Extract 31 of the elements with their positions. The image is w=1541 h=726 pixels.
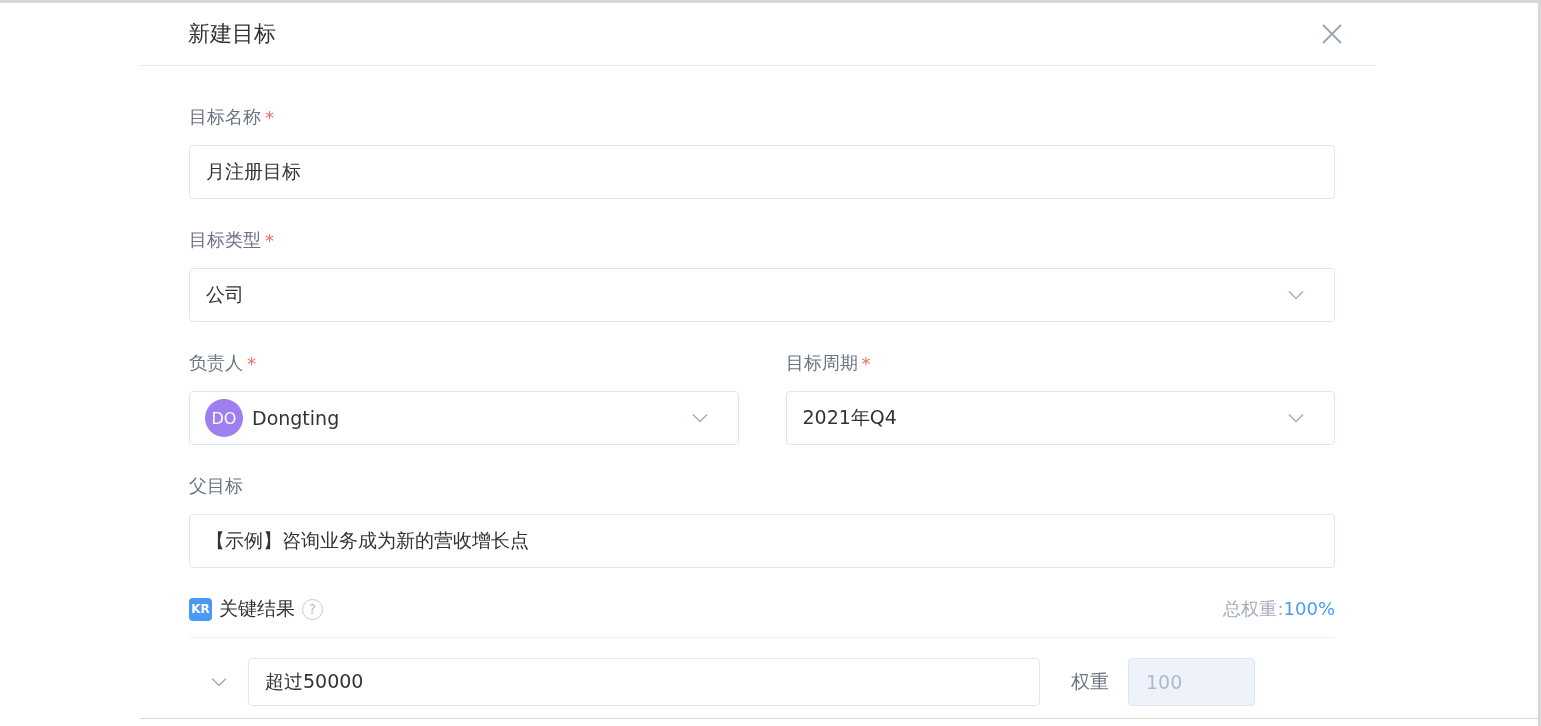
kr-badge: KR bbox=[189, 597, 212, 621]
section-title: 关键结果 bbox=[219, 596, 295, 621]
field-label: 父目标 bbox=[189, 474, 243, 498]
field-label: 目标周期 bbox=[785, 351, 858, 375]
avatar: DO bbox=[205, 399, 243, 437]
input-field[interactable]: 月注册目标 bbox=[189, 145, 1335, 199]
field-value: 月注册目标 bbox=[206, 159, 302, 184]
select-field[interactable]: 公司 bbox=[189, 268, 1335, 322]
chevron-down-icon bbox=[1288, 413, 1304, 423]
select-field[interactable]: 2021年Q4 bbox=[785, 391, 1335, 445]
select-field[interactable]: DO Dongting bbox=[189, 391, 739, 445]
field-label: 目标类型 bbox=[189, 228, 261, 252]
field-label: 负责人 bbox=[189, 351, 243, 375]
field-label: 目标名称 bbox=[189, 105, 261, 129]
field-value: 公司 bbox=[206, 282, 245, 307]
chevron-down-icon bbox=[1288, 290, 1304, 300]
field-value: 【示例】咨询业务成为新的营收增长点 bbox=[206, 528, 530, 553]
field-value: Dongting bbox=[252, 407, 341, 429]
required-mark: * bbox=[861, 352, 871, 374]
chevron-down-icon bbox=[210, 677, 227, 687]
weight-label: 权重 bbox=[1071, 669, 1110, 694]
close-icon[interactable] bbox=[1322, 24, 1342, 44]
required-mark: * bbox=[247, 352, 256, 374]
key-result-field[interactable]: 超过50000 bbox=[248, 658, 1040, 706]
required-mark: * bbox=[265, 229, 274, 251]
total-weight: 总权重:100% bbox=[1223, 597, 1335, 621]
chevron-down-icon bbox=[691, 413, 708, 423]
required-mark: * bbox=[265, 106, 274, 128]
field-value: 2021年Q4 bbox=[802, 405, 898, 430]
input-field[interactable]: 【示例】咨询业务成为新的营收增长点 bbox=[189, 514, 1335, 568]
dialog-title: 新建目标 bbox=[188, 20, 276, 48]
